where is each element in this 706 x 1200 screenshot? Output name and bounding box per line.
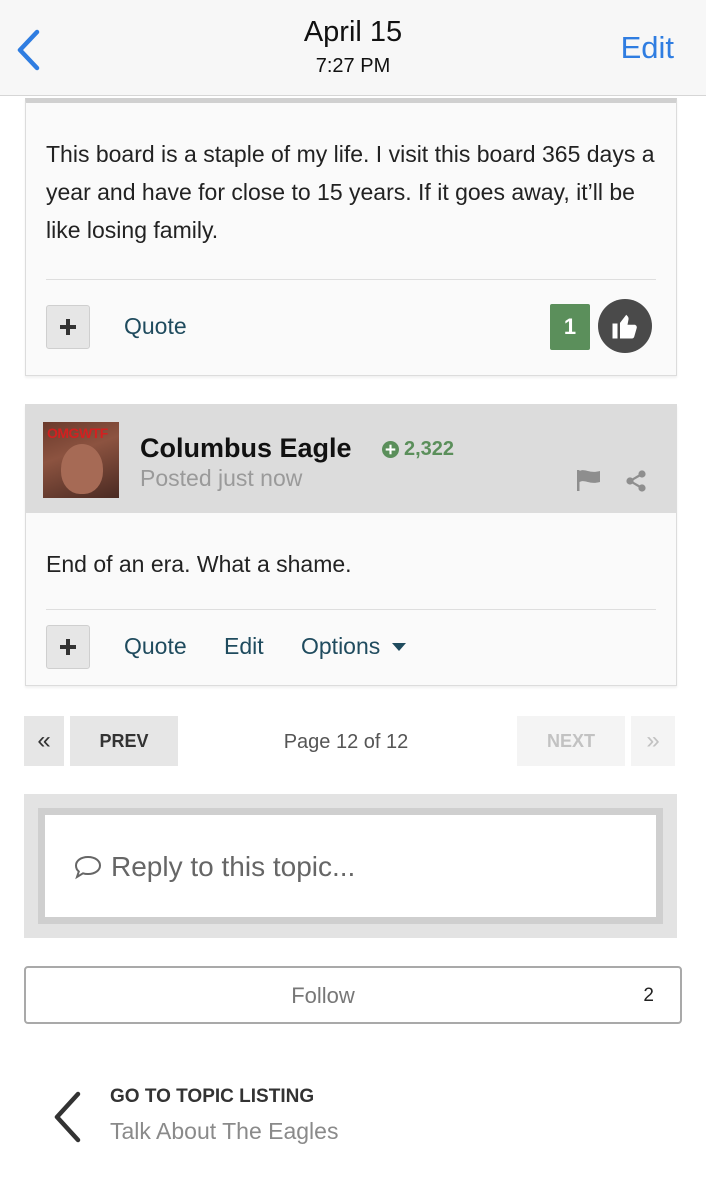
reply-placeholder-row: Reply to this topic... (73, 851, 355, 883)
plus-circle-icon (382, 441, 399, 458)
edit-button[interactable]: Edit (621, 30, 674, 66)
edit-post-button[interactable]: Edit (224, 633, 264, 660)
reputation-value: 2,322 (404, 438, 455, 460)
options-label: Options (301, 633, 381, 659)
caret-down-icon (392, 642, 407, 651)
author-name[interactable]: Columbus Eagle (140, 433, 352, 464)
post-body: End of an era. What a shame. (46, 551, 352, 577)
flag-icon (577, 470, 600, 491)
reaction-count-badge: 1 (550, 304, 590, 350)
header-time: 7:27 PM (315, 55, 391, 77)
divider (46, 609, 656, 610)
posted-time: Posted just now (140, 465, 303, 491)
post-header: OMGWTF Columbus Eagle 2,322 Posted just … (26, 405, 676, 513)
reputation-badge: 2,322 (382, 438, 454, 461)
like-button[interactable] (598, 299, 652, 353)
share-icon (626, 470, 646, 492)
forum-name: Talk About The Eagles (110, 1118, 339, 1144)
avatar[interactable]: OMGWTF (43, 422, 119, 498)
avatar-caption: OMGWTF (47, 425, 108, 441)
top-navigation-bar: April 15 7:27 PM Edit (0, 0, 706, 96)
topic-listing-title: GO TO TOPIC LISTING (110, 1086, 315, 1107)
reply-container: Reply to this topic... (24, 794, 677, 938)
post-card: This board is a staple of my life. I vis… (25, 98, 677, 376)
plus-icon (60, 319, 76, 335)
avatar-image (61, 444, 103, 494)
next-page-button: NEXT (517, 716, 625, 766)
plus-icon (60, 639, 76, 655)
speech-bubble-icon (74, 855, 102, 880)
post-body: This board is a staple of my life. I vis… (46, 141, 655, 243)
follow-label: Follow (291, 983, 355, 1008)
chevron-left-icon (54, 1091, 81, 1143)
follower-count: 2 (643, 985, 654, 1006)
multiquote-button[interactable] (46, 625, 90, 669)
reply-input[interactable]: Reply to this topic... (38, 808, 663, 924)
quote-button[interactable]: Quote (124, 313, 187, 340)
page-indicator: Page 12 of 12 (283, 731, 409, 753)
options-menu[interactable]: Options (301, 633, 407, 660)
reply-placeholder: Reply to this topic... (111, 851, 356, 882)
header-date: April 15 (303, 16, 403, 48)
multiquote-button[interactable] (46, 305, 90, 349)
divider (46, 279, 656, 280)
report-button[interactable] (576, 469, 604, 493)
follow-button[interactable]: Follow 2 (24, 966, 682, 1024)
first-page-button[interactable]: « (24, 716, 64, 766)
prev-page-button[interactable]: PREV (70, 716, 178, 766)
post-card: OMGWTF Columbus Eagle 2,322 Posted just … (25, 404, 677, 686)
share-button[interactable] (624, 469, 650, 495)
go-to-topic-listing-link[interactable]: GO TO TOPIC LISTING Talk About The Eagle… (44, 1080, 544, 1160)
thumbs-up-icon (612, 314, 637, 339)
quote-button[interactable]: Quote (124, 633, 187, 660)
last-page-button: » (631, 716, 675, 766)
